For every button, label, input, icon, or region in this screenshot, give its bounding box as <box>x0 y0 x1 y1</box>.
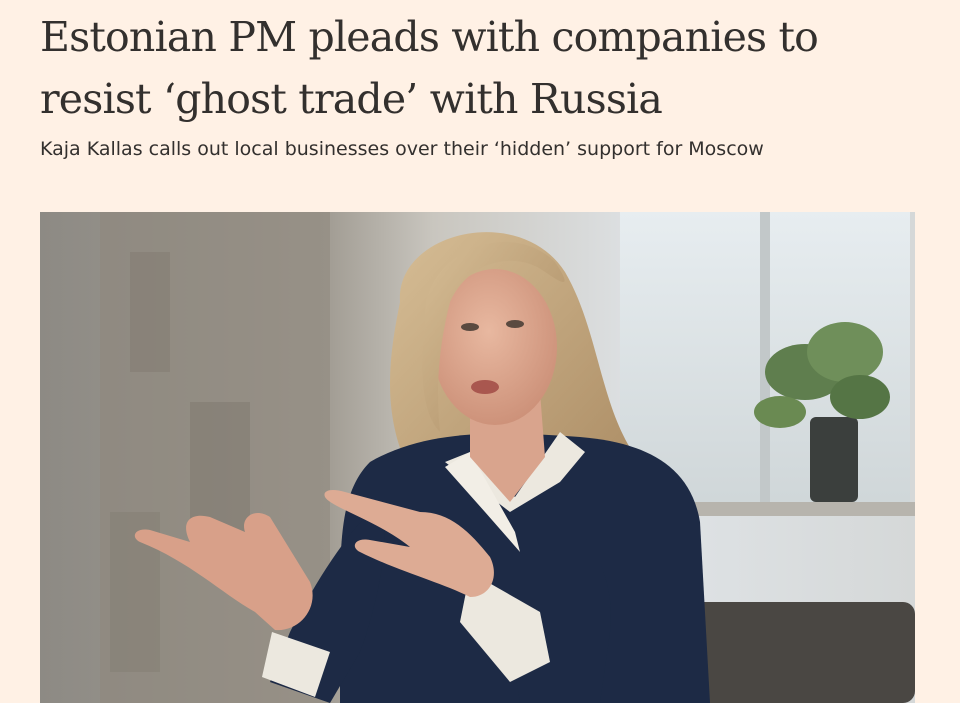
photo-illustration <box>40 212 915 703</box>
article-lead-photo <box>40 212 915 703</box>
article-headline: Estonian PM pleads with companies to res… <box>40 13 819 123</box>
article-standfirst: Kaja Kallas calls out local businesses o… <box>40 138 764 160</box>
